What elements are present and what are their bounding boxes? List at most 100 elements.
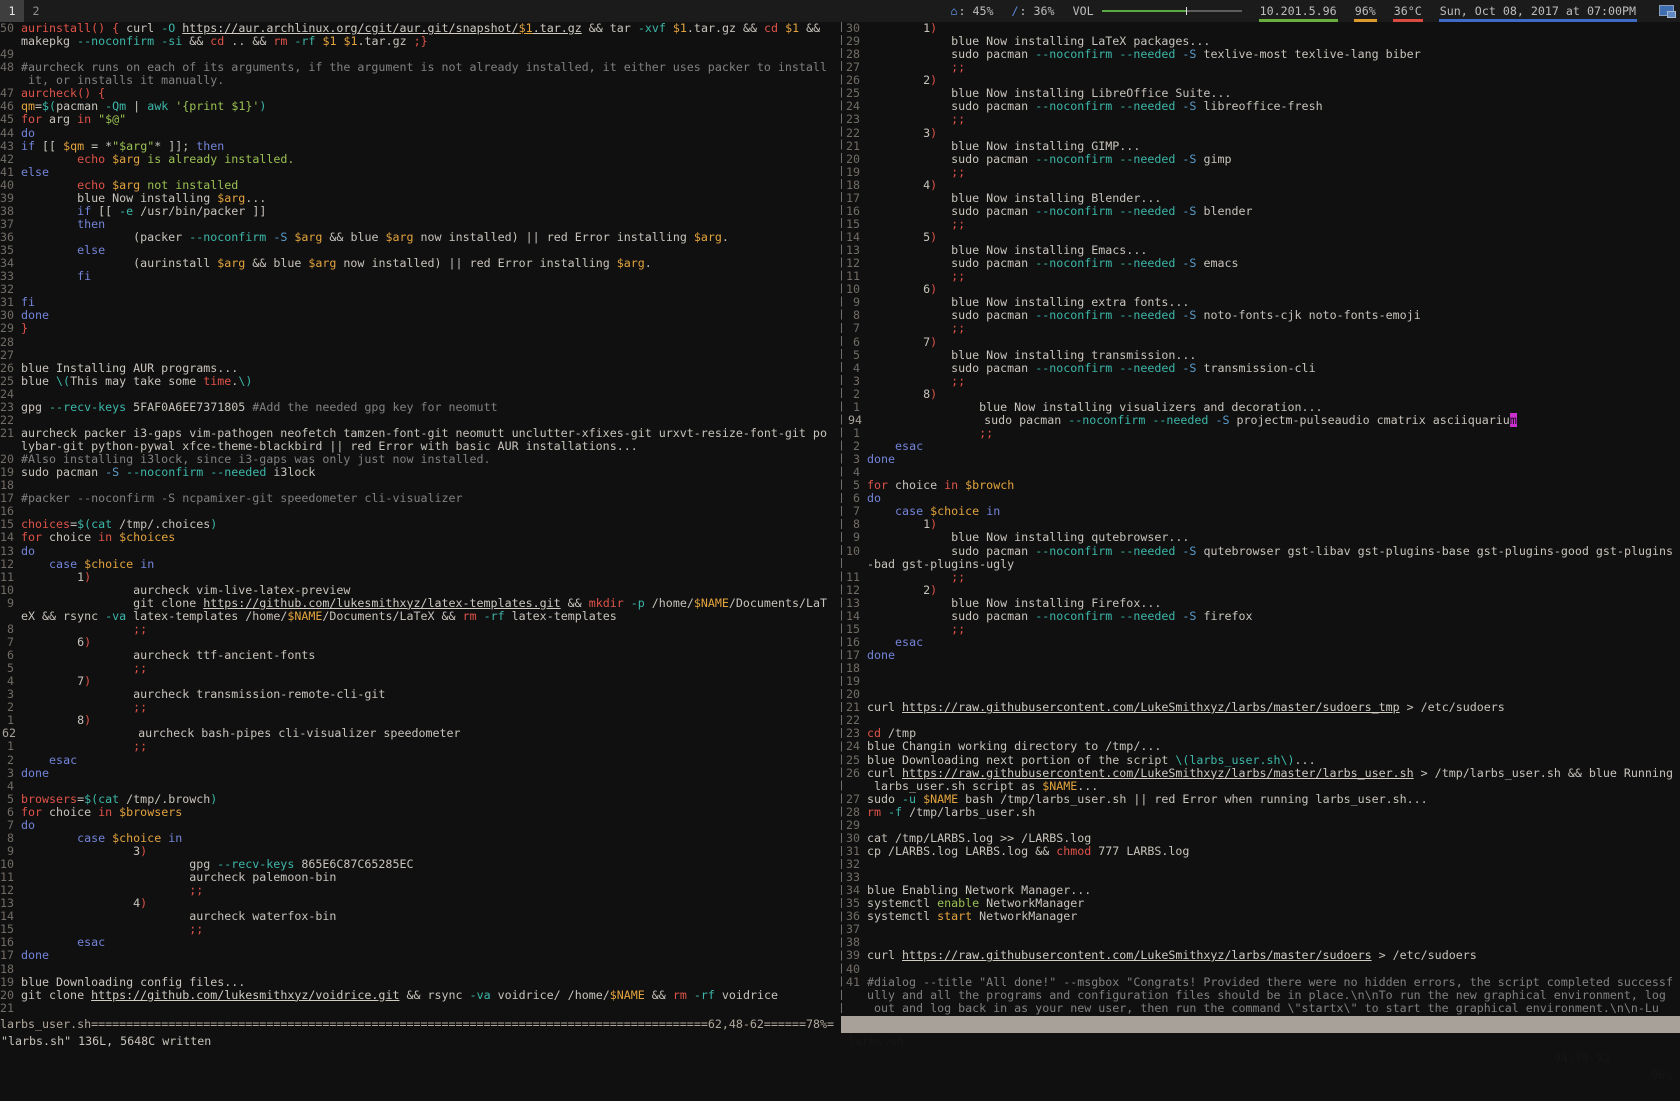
- line-number: 19: [846, 166, 867, 179]
- line-number: 3: [0, 767, 21, 780]
- code-line: 11 ;;: [846, 571, 1680, 584]
- line-number: 27: [846, 793, 867, 806]
- code-line: 19: [846, 675, 1680, 688]
- line-number: 29: [846, 819, 867, 832]
- window-separator[interactable]: [841, 22, 842, 1016]
- line-number: 17: [846, 192, 867, 205]
- code-line: 2 esac: [846, 440, 1680, 453]
- code-line: 36 (packer --noconfirm -S $arg && blue $…: [0, 231, 838, 244]
- code-line: 14 sudo pacman --noconfirm --needed -S f…: [846, 610, 1680, 623]
- statusline-right-percent: 96%: [1651, 1067, 1672, 1084]
- code-line: 18: [846, 662, 1680, 675]
- line-number: 18: [0, 963, 21, 976]
- code-line: 6for choice in $browsers: [0, 806, 838, 819]
- code-line: 8 ;;: [0, 623, 838, 636]
- code-line: 38 if [[ -e /usr/bin/packer ]]: [0, 205, 838, 218]
- code-line: 20git clone https://github.com/lukesmith…: [0, 989, 838, 1002]
- bar-modules: ⌂ : 45% / : 36% VOL 10.201.5.96 96% 36°C: [949, 0, 1676, 22]
- code-line: 7 ;;: [846, 322, 1680, 335]
- code-line: 12 sudo pacman --noconfirm --needed -S e…: [846, 257, 1680, 270]
- volume-slider[interactable]: [1102, 6, 1242, 16]
- line-number: 6: [0, 806, 21, 819]
- code-line: 37: [846, 923, 1680, 936]
- line-number: 17: [0, 949, 21, 962]
- line-number: 11: [0, 571, 21, 584]
- line-number: 23: [0, 401, 21, 414]
- monitor-icon[interactable]: [1659, 5, 1676, 18]
- command-line-message: "larbs.sh" 136L, 5648C written: [0, 1033, 1680, 1050]
- home-usage-module: ⌂ : 45%: [949, 0, 994, 22]
- code-line: 8 sudo pacman --noconfirm --needed -S no…: [846, 309, 1680, 322]
- code-line: makepkg --noconfirm -si && cd .. && rm -…: [0, 35, 838, 48]
- code-line: 11 ;;: [846, 270, 1680, 283]
- line-number: 12: [0, 558, 21, 571]
- cpu-label: 96%: [1355, 4, 1376, 18]
- code-line: 15 ;;: [846, 218, 1680, 231]
- home-usage-label: : 45%: [958, 4, 993, 18]
- line-number: 14: [0, 531, 21, 544]
- line-number: 13: [846, 597, 867, 610]
- code-line: 31fi: [0, 296, 838, 309]
- line-number: 22: [846, 127, 867, 140]
- code-line: 22: [846, 714, 1680, 727]
- line-number: 44: [0, 127, 21, 140]
- left-pane-larbs-user-sh[interactable]: 50aurinstall() { curl -O https://aur.arc…: [0, 22, 838, 1016]
- code-line: 32: [846, 858, 1680, 871]
- code-line: 34 (aurinstall $arg && blue $arg now ins…: [0, 257, 838, 270]
- line-number: 8: [0, 832, 21, 845]
- code-line: 32: [0, 283, 838, 296]
- line-number: 40: [846, 963, 867, 976]
- code-line: 28: [0, 336, 838, 349]
- line-number: 15: [846, 623, 867, 636]
- code-line: 42 echo $arg is already installed.: [0, 153, 838, 166]
- code-line: 3done: [0, 767, 838, 780]
- code-line: 16 esac: [846, 636, 1680, 649]
- line-number: 13: [0, 545, 21, 558]
- code-line: 17done: [846, 649, 1680, 662]
- code-line: 2 esac: [0, 754, 838, 767]
- code-line: 28rm -f /tmp/larbs_user.sh: [846, 806, 1680, 819]
- code-line: 33 fi: [0, 270, 838, 283]
- line-number: 3: [846, 375, 867, 388]
- line-number: 10: [846, 545, 867, 558]
- code-line: 15 ;;: [846, 623, 1680, 636]
- line-number: 9: [0, 597, 21, 610]
- code-line: 1 ;;: [846, 427, 1680, 440]
- statusline-row: larbs_user.sh===========================…: [0, 1016, 1680, 1033]
- line-number: 14: [846, 610, 867, 623]
- code-line: 28 sudo pacman --noconfirm --needed -S t…: [846, 48, 1680, 61]
- line-number: 50: [0, 22, 21, 35]
- line-number: 40: [0, 179, 21, 192]
- line-number: 1: [0, 740, 21, 753]
- line-number: 2: [0, 754, 21, 767]
- root-partition-icon: /: [1012, 4, 1019, 18]
- code-line: 31cp /LARBS.log LARBS.log && chmod 777 L…: [846, 845, 1680, 858]
- datetime-label: Sun, Oct 08, 2017 at 07:00PM: [1440, 4, 1636, 18]
- line-number: 1: [846, 401, 867, 414]
- volume-module[interactable]: VOL: [1072, 0, 1243, 22]
- status-bar: 1 2 ⌂ : 45% / : 36% VOL 10.201.5.96 96%: [0, 0, 1680, 22]
- workspace-2[interactable]: 2: [24, 0, 48, 22]
- code-line: 23gpg --recv-keys 5FAF0A6EE7371805 #Add …: [0, 401, 838, 414]
- root-usage-module: / : 36%: [1011, 0, 1056, 22]
- line-number: 29: [0, 322, 21, 335]
- code-line: 7 case $choice in: [846, 505, 1680, 518]
- temperature-module: 36°C: [1393, 0, 1423, 22]
- line-number: 25: [0, 375, 21, 388]
- line-number: 41: [846, 976, 867, 989]
- right-pane-larbs-sh[interactable]: 30 1)29 blue Now installing LaTeX packag…: [846, 22, 1680, 1016]
- code-line: 19 ;;: [846, 166, 1680, 179]
- code-line: 2 ;;: [0, 701, 838, 714]
- statusline-right-position: 94,78-92: [1554, 1050, 1610, 1067]
- line-number: 27: [0, 349, 21, 362]
- line-number: 26: [846, 767, 867, 780]
- monitor-screen-overlay: [1667, 11, 1676, 18]
- workspace-1[interactable]: 1: [0, 0, 24, 22]
- home-icon: ⌂: [950, 4, 957, 18]
- line-number: 20: [846, 153, 867, 166]
- line-number: 21: [0, 1002, 21, 1015]
- code-line: 21: [0, 1002, 838, 1015]
- volume-label: VOL: [1073, 4, 1094, 18]
- code-line: 5for choice in $browch: [846, 479, 1680, 492]
- code-line: 17#packer --noconfirm -S ncpamixer-git s…: [0, 492, 838, 505]
